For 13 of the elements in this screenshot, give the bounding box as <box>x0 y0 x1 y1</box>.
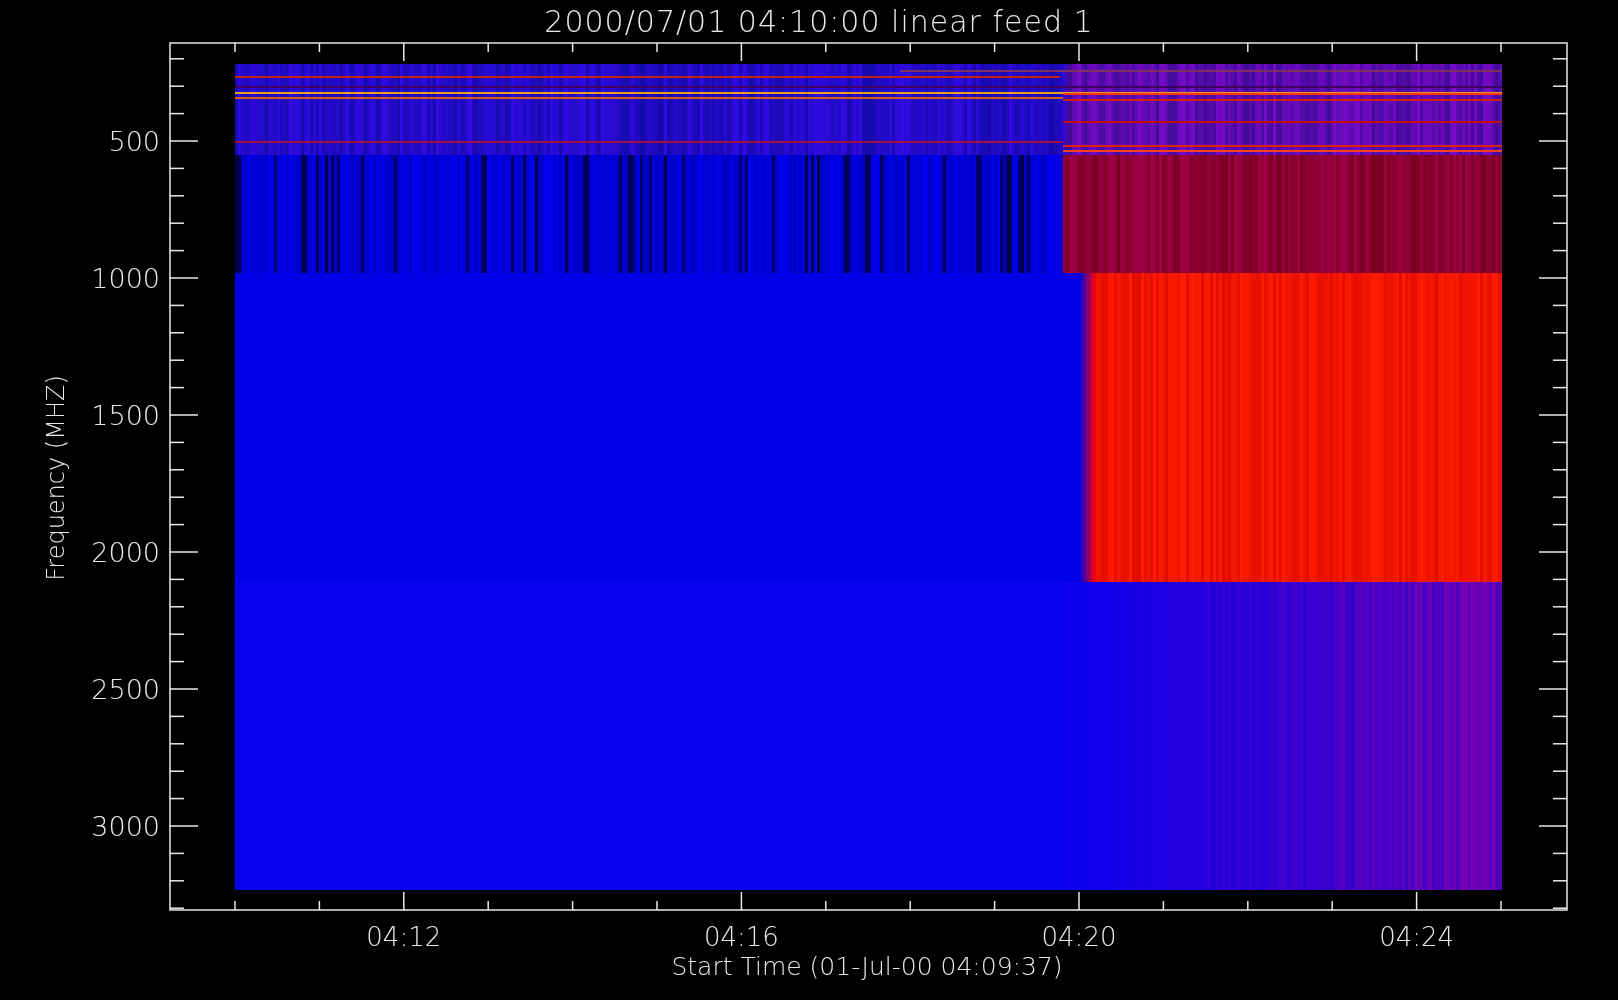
tick-label: 04:20 <box>1041 922 1117 952</box>
tick-label: 3000 <box>91 811 160 842</box>
tick-label: 2500 <box>91 674 160 705</box>
tick-label: 500 <box>108 126 160 157</box>
tick-label: 2000 <box>91 537 160 568</box>
tick-label: 04:12 <box>366 922 442 952</box>
plot-title: 2000/07/01 04:10:00 linear feed 1 <box>543 3 1094 39</box>
tick-label: 1500 <box>91 400 160 431</box>
axis-label: Start Time (01-Jul-00 04:09:37) <box>671 952 1063 981</box>
axis-label: Frequency (MHZ) <box>42 375 70 581</box>
tick-label: 1000 <box>91 263 160 294</box>
tick-label: 04:24 <box>1379 922 1455 952</box>
tick-label: 04:16 <box>703 922 779 952</box>
